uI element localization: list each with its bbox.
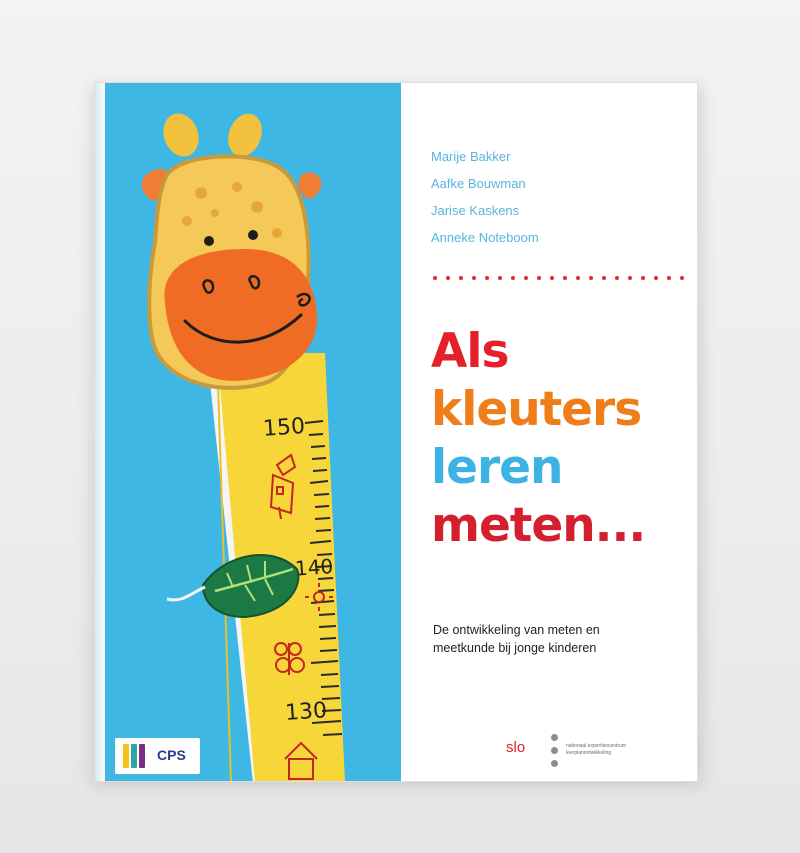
title-line: leren xyxy=(431,440,564,495)
red-dot xyxy=(628,276,632,280)
red-dot xyxy=(472,276,476,280)
cps-label: CPS xyxy=(157,747,186,763)
slo-publisher-logo: slo nationaal expertisecentrum leerplano… xyxy=(506,733,686,769)
red-dot xyxy=(433,276,437,280)
measure-label-150: 150 xyxy=(262,414,306,442)
giraffe-snout xyxy=(164,249,318,381)
book-title: Als kleuters leren meten... xyxy=(431,323,691,555)
leaf-icon xyxy=(166,554,300,619)
author-name: Marije Bakker xyxy=(431,149,511,164)
red-dot xyxy=(537,276,541,280)
red-dot xyxy=(576,276,580,280)
red-dot xyxy=(654,276,658,280)
slo-label: slo xyxy=(506,739,526,756)
slo-dots-icon xyxy=(551,733,561,769)
red-dot xyxy=(485,276,489,280)
red-dot xyxy=(641,276,645,280)
author-name: Anneke Noteboom xyxy=(431,230,539,245)
measure-label-130: 130 xyxy=(284,698,328,726)
book-cover: 150 140 130 Marije Bakker Aafke Bouwman … xyxy=(94,82,698,782)
red-dot xyxy=(667,276,671,280)
cps-logo-icon xyxy=(123,744,147,768)
author-name: Jarise Kaskens xyxy=(431,203,520,218)
red-dot xyxy=(446,276,450,280)
red-dot xyxy=(602,276,606,280)
red-dot xyxy=(563,276,567,280)
red-dot xyxy=(589,276,593,280)
slo-tagline: nationaal expertisecentrum leerplanontwi… xyxy=(566,743,686,757)
slo-tagline-line: leerplanontwikkeling xyxy=(566,750,612,756)
subtitle-line: meetkunde bij jonge kinderen xyxy=(433,641,597,655)
author-name: Aafke Bouwman xyxy=(431,176,526,191)
red-dot xyxy=(524,276,528,280)
giraffe-illustration-icon: 150 140 130 xyxy=(141,113,345,781)
red-dot xyxy=(680,276,684,280)
red-dot xyxy=(459,276,463,280)
title-line: kleuters xyxy=(431,382,642,437)
title-line: Als xyxy=(431,324,509,379)
red-dot-divider xyxy=(433,273,685,283)
cps-publisher-badge: CPS xyxy=(115,738,200,774)
red-dot xyxy=(550,276,554,280)
red-dot xyxy=(615,276,619,280)
book-spine-edge xyxy=(95,83,105,781)
author-list: Marije Bakker Aafke Bouwman Jarise Kaske… xyxy=(431,143,691,251)
measure-label-140: 140 xyxy=(294,554,334,581)
slo-tagline-line: nationaal expertisecentrum xyxy=(566,743,627,749)
red-dot xyxy=(511,276,515,280)
subtitle-line: De ontwikkeling van meten en xyxy=(433,623,600,637)
book-subtitle: De ontwikkeling van meten en meetkunde b… xyxy=(433,621,673,657)
title-line: meten... xyxy=(431,498,646,553)
red-dot xyxy=(498,276,502,280)
